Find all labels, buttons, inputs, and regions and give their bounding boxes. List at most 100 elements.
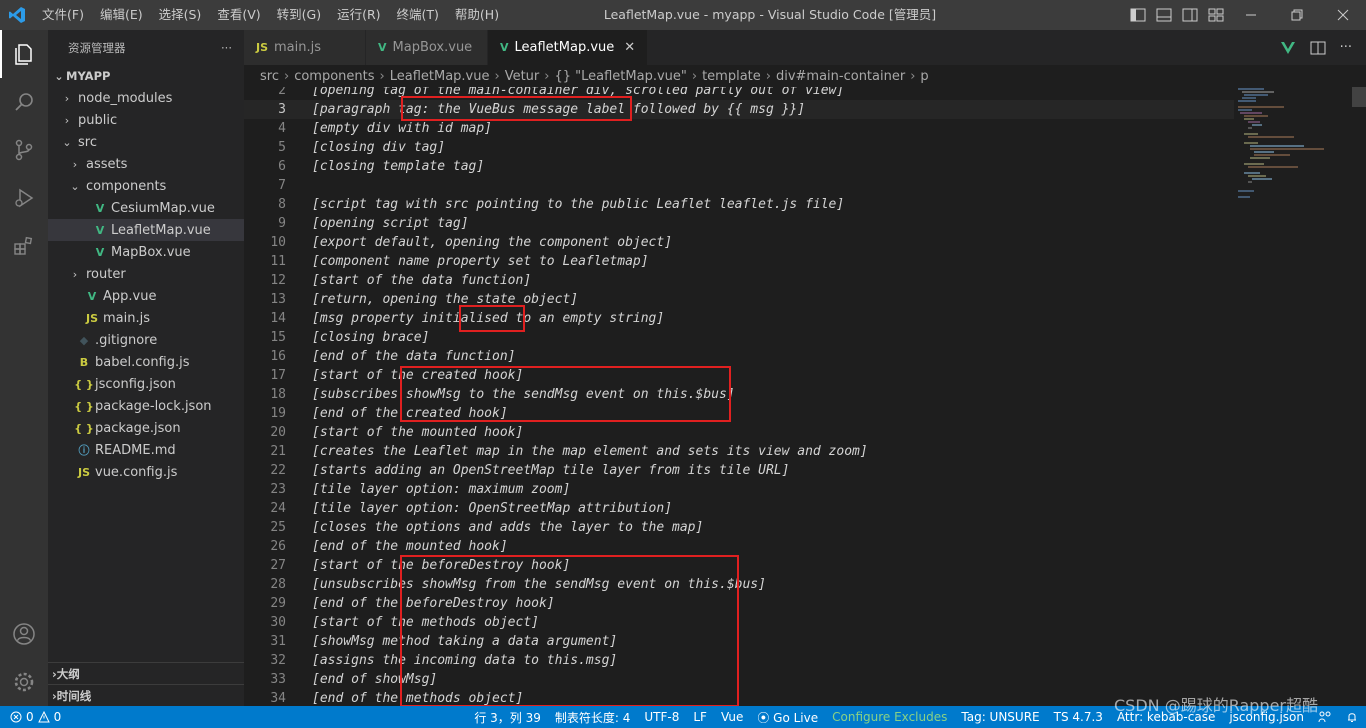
source-control-icon[interactable] <box>0 126 48 174</box>
code-line: 17 [start of the created hook] <box>244 366 1234 385</box>
menu-item[interactable]: 编辑(E) <box>92 0 151 30</box>
restore-button[interactable] <box>1274 0 1320 30</box>
annotation-box-created-hook <box>400 366 731 422</box>
code-line: 11 [component name property set to Leafle… <box>244 252 1234 271</box>
layout-controls <box>1130 0 1224 30</box>
editor-tab[interactable]: V MapBox.vue <box>366 30 488 65</box>
split-editor-icon[interactable] <box>1310 41 1326 55</box>
annotation-box-msg-binding <box>401 96 632 121</box>
json-file-icon: { } <box>74 377 94 391</box>
file-item[interactable]: JS vue.config.js <box>48 461 244 483</box>
file-item[interactable]: V MapBox.vue <box>48 241 244 263</box>
menu-item[interactable]: 选择(S) <box>151 0 210 30</box>
cursor-position[interactable]: 行 3，列 39 <box>474 709 541 726</box>
typescript-version[interactable]: TS 4.7.3 <box>1054 710 1103 724</box>
go-live-label: Go Live <box>773 710 819 725</box>
folder-item[interactable]: › router <box>48 263 244 285</box>
go-live-button[interactable]: ⦿ Go Live <box>757 709 818 726</box>
menu-item[interactable]: 文件(F) <box>34 0 92 30</box>
outline-section[interactable]: › 大纲 <box>48 662 244 684</box>
json-file-icon: { } <box>74 421 94 435</box>
line-number: 27 <box>270 558 286 573</box>
notifications-bell-icon[interactable] <box>1346 711 1358 723</box>
tab-label: MapBox.vue <box>392 40 473 55</box>
settings-gear-icon[interactable] <box>0 658 48 706</box>
timeline-section[interactable]: › 时间线 <box>48 684 244 706</box>
line-number: 20 <box>270 425 286 440</box>
vue-file-icon: V <box>95 201 105 215</box>
code-line: 32 [assigns the incoming data to this.msg… <box>244 651 1234 670</box>
breadcrumb-item[interactable]: p <box>920 69 928 84</box>
code-text: [component name property set to Leafletm… <box>312 252 649 271</box>
toggle-panel-icon[interactable] <box>1156 8 1172 22</box>
minimize-button[interactable] <box>1228 0 1274 30</box>
explorer-icon[interactable] <box>0 30 48 78</box>
line-number: 12 <box>270 273 286 288</box>
breadcrumb-item[interactable]: Vetur <box>505 69 540 84</box>
file-item[interactable]: { } jsconfig.json <box>48 373 244 395</box>
feedback-icon[interactable] <box>1318 711 1332 723</box>
breadcrumb-item[interactable]: components <box>294 69 374 84</box>
file-item[interactable]: Bbabel.config.js <box>48 351 244 373</box>
problems-status[interactable]: 0 0 <box>0 710 61 724</box>
customize-layout-icon[interactable] <box>1208 8 1224 22</box>
close-tab-icon[interactable]: ✕ <box>624 40 635 55</box>
menu-item[interactable]: 运行(R) <box>329 0 388 30</box>
project-section[interactable]: ⌄ MYAPP <box>48 65 244 87</box>
code-text: [script tag with src pointing to the pub… <box>312 195 844 214</box>
menu-item[interactable]: 转到(G) <box>269 0 329 30</box>
folder-item[interactable]: › assets <box>48 153 244 175</box>
line-number: 34 <box>270 691 286 706</box>
extensions-icon[interactable] <box>0 222 48 270</box>
configure-excludes-button[interactable]: Configure Excludes <box>832 710 947 724</box>
indentation-setting[interactable]: 制表符长度: 4 <box>555 709 631 726</box>
more-tab-actions-icon[interactable]: ··· <box>1340 40 1352 55</box>
tree-item-label: public <box>78 112 118 128</box>
toggle-sidebar-icon[interactable] <box>1130 8 1146 22</box>
toggle-secondary-sidebar-icon[interactable] <box>1182 8 1198 22</box>
file-item[interactable]: V LeafletMap.vue <box>48 219 244 241</box>
line-number: 28 <box>270 577 286 592</box>
error-icon <box>10 711 22 723</box>
folder-item[interactable]: ⌄ src <box>48 131 244 153</box>
vue-preview-icon[interactable] <box>1280 41 1296 55</box>
menu-item[interactable]: 查看(V) <box>209 0 268 30</box>
folder-item[interactable]: › public <box>48 109 244 131</box>
account-icon[interactable] <box>0 610 48 658</box>
breadcrumb-item[interactable]: template <box>702 69 761 84</box>
editor-tab[interactable]: JS main.js <box>244 30 366 65</box>
file-item[interactable]: ⓘ README.md <box>48 439 244 461</box>
run-debug-icon[interactable] <box>0 174 48 222</box>
minimap[interactable] <box>1234 87 1352 706</box>
file-item[interactable]: { } package-lock.json <box>48 395 244 417</box>
git-file-icon: ◆ <box>79 333 89 347</box>
csdn-watermark: CSDN @踢球的Rapper超酷 <box>1114 696 1319 715</box>
menu-item[interactable]: 终端(T) <box>389 0 447 30</box>
file-item[interactable]: { } package.json <box>48 417 244 439</box>
folder-item[interactable]: ⌄ components <box>48 175 244 197</box>
code-editor[interactable]: 2 [opening tag of the main-container div,… <box>244 87 1366 706</box>
line-number: 14 <box>270 311 286 326</box>
breadcrumb-item[interactable]: LeafletMap.vue <box>390 69 490 84</box>
tag-casing-status[interactable]: Tag: UNSURE <box>961 710 1039 724</box>
search-icon[interactable] <box>0 78 48 126</box>
file-item[interactable]: V App.vue <box>48 285 244 307</box>
vscode-logo-icon <box>0 0 34 30</box>
folder-item[interactable]: › node_modules <box>48 87 244 109</box>
encoding-setting[interactable]: UTF-8 <box>644 710 679 724</box>
file-item[interactable]: JS main.js <box>48 307 244 329</box>
more-actions-icon[interactable]: ··· <box>221 41 232 55</box>
menu-item[interactable]: 帮助(H) <box>447 0 507 30</box>
vertical-scrollbar[interactable] <box>1352 87 1366 706</box>
scrollbar-thumb[interactable] <box>1352 87 1366 107</box>
close-window-button[interactable] <box>1320 0 1366 30</box>
breadcrumb-item[interactable]: div#main-container <box>776 69 905 84</box>
language-mode[interactable]: Vue <box>721 710 743 724</box>
editor-tab[interactable]: V LeafletMap.vue ✕ <box>488 30 649 65</box>
breadcrumb-item[interactable]: {} "LeafletMap.vue" <box>554 69 686 84</box>
file-item[interactable]: V CesiumMap.vue <box>48 197 244 219</box>
breadcrumb-item[interactable]: src <box>260 69 279 84</box>
eol-setting[interactable]: LF <box>693 710 707 724</box>
file-item[interactable]: ◆ .gitignore <box>48 329 244 351</box>
explorer-sidebar: 资源管理器 ··· ⌄ MYAPP › node_modules › public ⌄ s… <box>48 30 244 706</box>
